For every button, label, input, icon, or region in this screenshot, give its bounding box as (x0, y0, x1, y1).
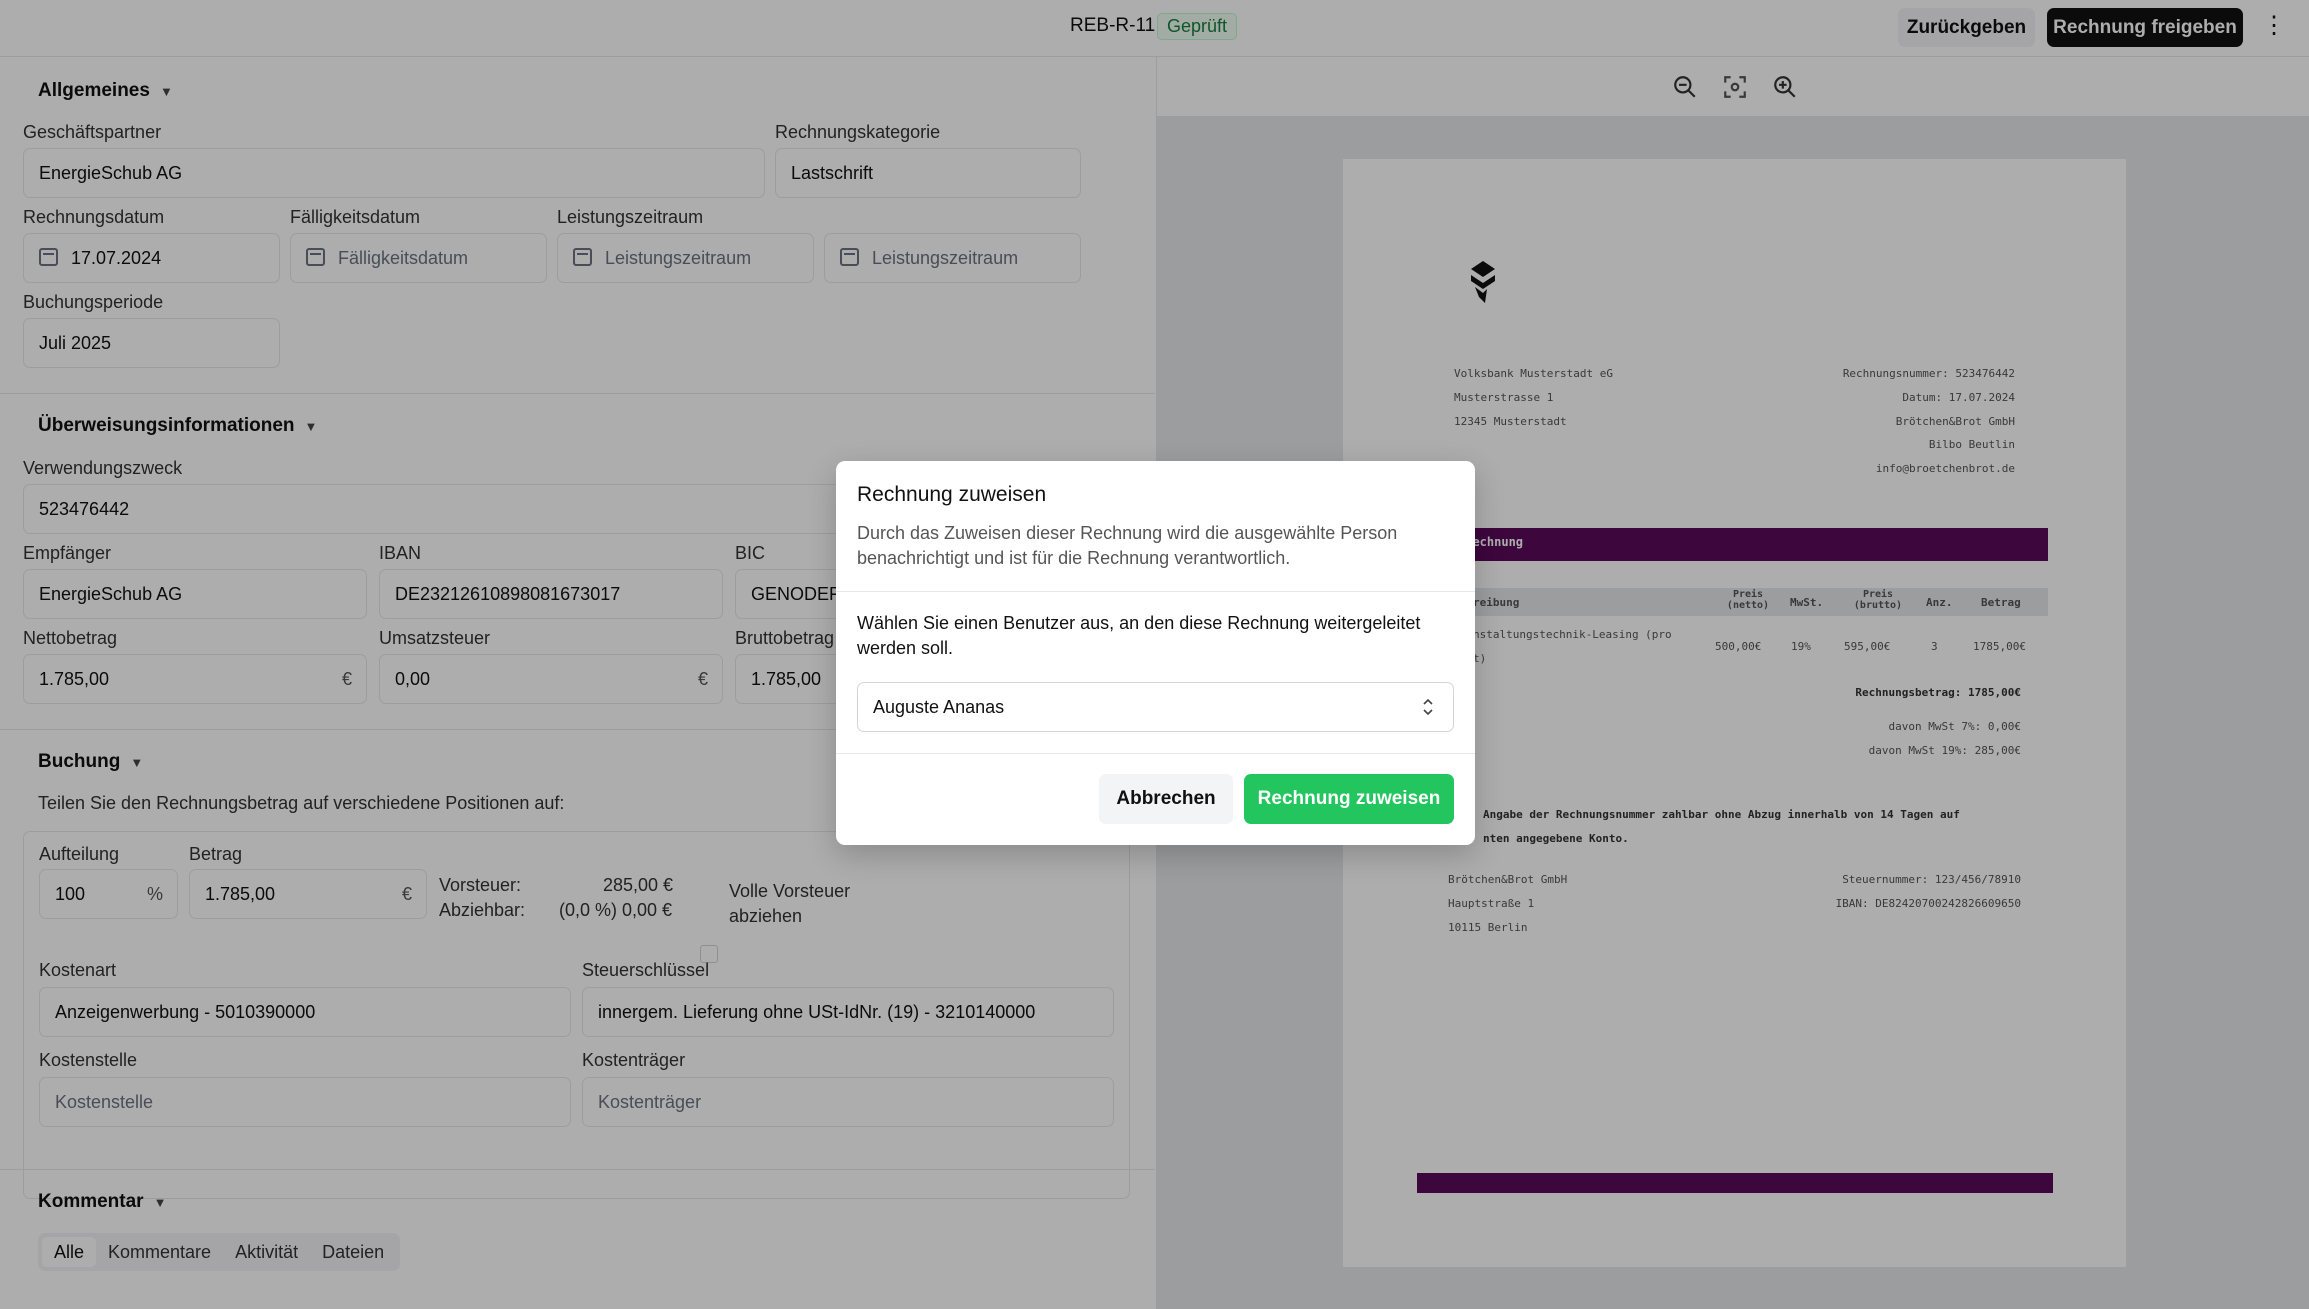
dialog-prompt: Wählen Sie einen Benutzer aus, an den di… (857, 613, 1421, 658)
assign-invoice-dialog: Rechnung zuweisen Durch das Zuweisen die… (836, 461, 1475, 845)
dialog-description: Durch das Zuweisen dieser Rechnung wird … (857, 523, 1398, 568)
chevron-up-down-icon (1423, 698, 1433, 716)
cancel-button[interactable]: Abbrechen (1099, 774, 1233, 824)
dialog-divider (836, 753, 1475, 754)
dialog-divider (836, 591, 1475, 592)
assign-invoice-button[interactable]: Rechnung zuweisen (1244, 774, 1454, 824)
selected-user: Auguste Ananas (873, 697, 1005, 717)
dialog-title: Rechnung zuweisen (857, 483, 1047, 506)
user-select[interactable]: Auguste Ananas (857, 682, 1454, 732)
